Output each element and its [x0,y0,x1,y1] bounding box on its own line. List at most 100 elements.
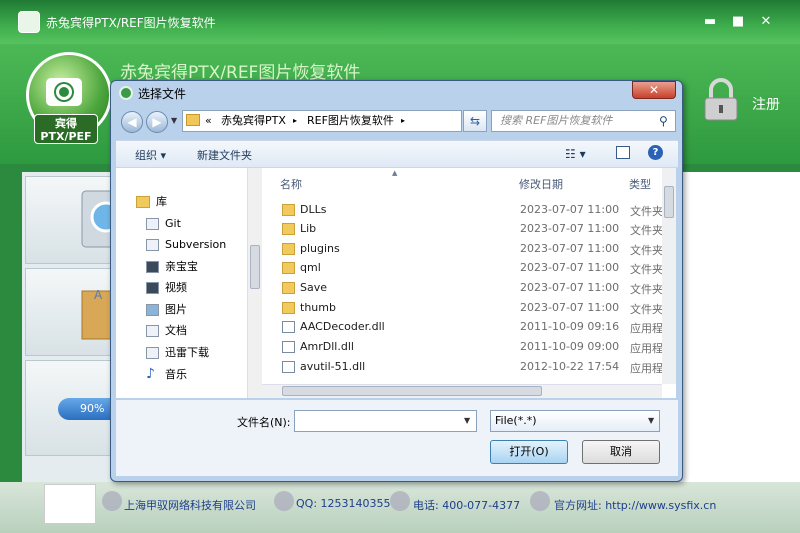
breadcrumb-separator-icon[interactable]: ▸ [293,111,297,131]
app-icon [18,11,40,33]
svg-text:A: A [94,288,103,302]
filename-label: 文件名(N): [237,416,291,429]
file-date: 2023-07-07 11:00 [520,281,620,294]
file-type-select[interactable]: File(*.*) [490,410,660,432]
filename-dropdown-icon[interactable]: ▼ [464,416,470,425]
column-header-modified[interactable]: 修改日期 [519,176,563,192]
file-type: 文件夹 [630,205,662,218]
tree-item-documents[interactable]: 文档 [165,323,187,339]
doc-icon [146,218,159,230]
breadcrumb-item[interactable]: REF图片恢复软件 [307,111,394,131]
file-row[interactable]: avutil-51.dll 2012-10-22 17:54 应用程序 [276,358,662,377]
video-icon [146,261,159,273]
forward-button[interactable]: ▶ [146,111,168,133]
website-link[interactable]: 官方网址: http://www.sysfix.cn [554,497,716,513]
tree-item-thunder-downloads[interactable]: 迅雷下载 [165,345,209,361]
horizontal-scrollbar-thumb[interactable] [282,386,542,396]
help-icon[interactable]: ? [648,145,663,160]
disk-icon [81,190,122,248]
dialog-app-icon [119,86,133,100]
file-name: thumb [300,301,336,314]
phone-icon [390,491,410,511]
folder-icon [282,302,295,314]
file-date: 2023-07-07 11:00 [520,203,620,216]
folder-icon [186,114,200,126]
breadcrumb-separator-icon[interactable]: ▸ [401,111,405,131]
picture-icon [146,304,159,316]
file-name: AmrDll.dll [300,340,354,353]
dialog-close-button[interactable]: ✕ [632,81,676,99]
column-header-name[interactable]: 名称 [280,176,302,192]
filename-input[interactable] [294,410,477,432]
file-type: 文件夹 [630,283,662,296]
camera-lens-icon [56,84,72,100]
tree-item-videos[interactable]: 视频 [165,280,187,296]
file-row[interactable]: DLLs 2023-07-07 11:00 文件夹 [276,201,662,220]
file-name: qml [300,261,321,274]
doc-icon [146,239,159,251]
file-row[interactable]: Lib 2023-07-07 11:00 文件夹 [276,220,662,239]
column-header-type[interactable]: 类型 [629,176,651,192]
tree-item-library[interactable]: 库 [156,194,167,210]
file-name: DLLs [300,203,327,216]
file-row[interactable]: thumb 2023-07-07 11:00 文件夹 [276,299,662,318]
view-menu-icon[interactable]: ☷ ▾ [565,147,586,161]
search-input[interactable]: 搜索 REF图片恢复软件 [491,110,676,132]
phone-number: 电话: 400-077-4377 [413,499,521,512]
address-bar[interactable]: « 赤兔宾得PTX ▸ REF图片恢复软件 ▸ [182,110,462,132]
cancel-button[interactable]: 取消 [582,440,660,464]
music-icon: ♪ [146,366,155,382]
tree-item-git[interactable]: Git [165,216,181,232]
file-name: AACDecoder.dll [300,320,385,333]
breadcrumb-overflow[interactable]: « [205,111,212,131]
register-link[interactable]: 注册 [752,94,780,114]
sort-indicator-icon: ▲ [392,169,398,177]
back-button[interactable]: ◀ [121,111,143,133]
history-dropdown-icon[interactable]: ▼ [171,116,177,125]
dialog-title: 选择文件 [138,87,187,101]
doc-icon [146,325,159,337]
vertical-scrollbar-thumb[interactable] [664,186,674,218]
company-name: 上海甲驭网络科技有限公司 [124,499,256,512]
file-name: Lib [300,222,317,235]
minimize-button[interactable]: ▬ [700,12,720,32]
open-button[interactable]: 打开(O) [490,440,568,464]
file-type-dropdown-icon[interactable]: ▼ [648,416,654,425]
tree-item-qinbaobao[interactable]: 亲宝宝 [165,259,198,275]
file-row[interactable]: AmrDll.dll 2011-10-09 09:00 应用程序 [276,338,662,357]
tree-item-music[interactable]: 音乐 [165,367,187,383]
file-name: plugins [300,242,340,255]
file-date: 2023-07-07 11:00 [520,301,620,314]
globe-icon [102,491,122,511]
file-date: 2023-07-07 11:00 [520,242,620,255]
dll-file-icon [282,361,295,373]
doc-icon [146,347,159,359]
breadcrumb-item[interactable]: 赤兔宾得PTX [221,111,286,131]
file-row[interactable]: Save 2023-07-07 11:00 文件夹 [276,279,662,298]
refresh-button[interactable]: ⇆ [463,110,487,132]
file-row[interactable]: qml 2023-07-07 11:00 文件夹 [276,259,662,278]
preview-pane-icon[interactable] [616,146,630,159]
file-type: 文件夹 [630,224,662,237]
tree-item-subversion[interactable]: Subversion [165,237,226,253]
file-date: 2011-10-09 09:00 [520,340,620,353]
file-row[interactable]: AACDecoder.dll 2011-10-09 09:16 应用程序 [276,318,662,337]
folder-icon [282,243,295,255]
file-type: 文件夹 [630,303,662,316]
file-date: 2012-10-22 17:54 [520,360,620,373]
close-button[interactable]: ✕ [756,12,776,32]
file-date: 2023-07-07 11:00 [520,261,620,274]
app-title: 赤兔宾得PTX/REF图片恢复软件 [46,16,216,30]
lock-icon[interactable] [703,78,739,122]
organize-button[interactable]: 组织 ▾ [135,147,166,163]
folder-recovery-button[interactable]: A [25,268,117,356]
maximize-button[interactable]: ■ [728,12,748,32]
folder-icon [282,282,295,294]
search-icon[interactable]: ⚲ [659,114,668,128]
disk-recovery-button[interactable] [25,176,122,264]
new-folder-button[interactable]: 新建文件夹 [197,147,252,163]
tree-item-pictures[interactable]: 图片 [165,302,187,318]
file-row[interactable]: plugins 2023-07-07 11:00 文件夹 [276,240,662,259]
file-name: avutil-51.dll [300,360,366,373]
tree-scrollbar-thumb[interactable] [250,245,260,289]
